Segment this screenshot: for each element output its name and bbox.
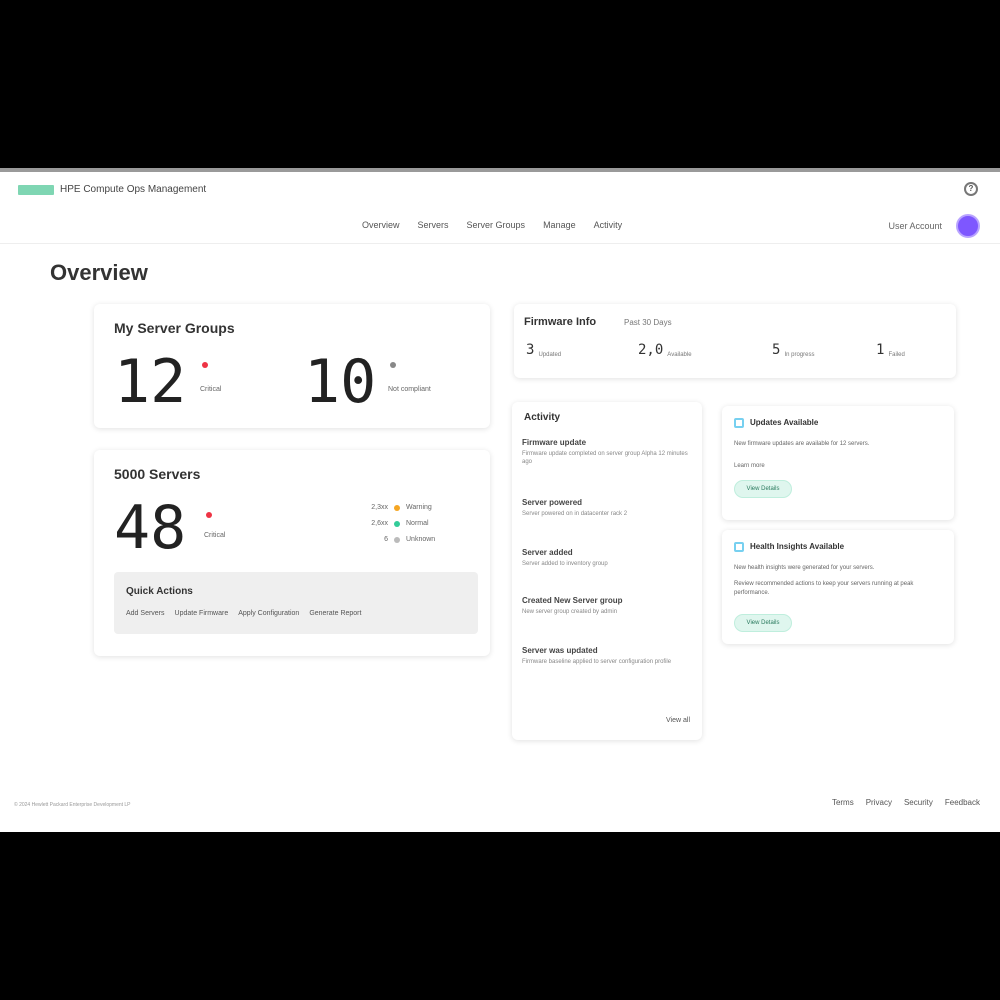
quick-generate-report[interactable]: Generate Report [309,610,361,617]
quick-apply-config[interactable]: Apply Configuration [238,610,299,617]
groups-critical-count: 12 [114,347,187,417]
notice-desc: New firmware updates are available for 1… [734,441,870,447]
legend-normal: 2,6xx Normal [371,520,429,527]
brand-name: HPE Compute Ops Management [60,184,207,195]
critical-dot [202,362,208,368]
info-icon [734,418,744,428]
notice-title: Health Insights Available [750,542,845,551]
fw-stat-available: 2,0 Available [638,342,692,358]
nav-activity[interactable]: Activity [594,220,623,230]
nav-server-groups[interactable]: Server Groups [467,220,526,230]
health-notice-card: Health Insights Available New health ins… [722,530,954,644]
help-icon[interactable]: ? [964,182,978,196]
servers-critical-count: 48 [114,493,187,563]
notice-desc-secondary: Learn more [734,463,765,469]
server-groups-card[interactable]: My Server Groups 12 Critical 10 Not comp… [94,304,490,428]
quick-actions-title: Quick Actions [126,586,193,597]
view-details-button[interactable]: View Details [734,614,792,632]
normal-dot [394,520,400,527]
legend-unknown: 6 Unknown [384,536,436,543]
nav-servers[interactable]: Servers [418,220,449,230]
notice-desc-secondary: Review recommended actions to keep your … [734,581,914,596]
footer-feedback-link[interactable]: Feedback [945,798,980,807]
activity-item[interactable]: Server powered Server powered on in data… [522,498,692,518]
groups-critical-label: Critical [200,386,222,393]
server-groups-title: My Server Groups [114,320,235,336]
nav-overview[interactable]: Overview [362,220,400,230]
quick-add-servers[interactable]: Add Servers [126,610,165,617]
quick-actions: Quick Actions Add Servers Update Firmwar… [114,572,478,634]
page-title: Overview [50,260,148,285]
notice-title: Updates Available [750,418,819,427]
footer-privacy-link[interactable]: Privacy [866,798,892,807]
view-details-button[interactable]: View Details [734,480,792,498]
warning-dot [394,504,400,511]
brand-bar: HPE Compute Ops Management ? [0,172,1000,208]
updates-notice-card: Updates Available New firmware updates a… [722,406,954,520]
servers-critical-label: Critical [204,532,226,539]
nav-manage[interactable]: Manage [543,220,576,230]
app-window: HPE Compute Ops Management ? Overview Se… [0,168,1000,832]
critical-dot [206,512,212,518]
fw-stat-failed: 1 Failed [876,342,905,358]
activity-card: Activity Firmware update Firmware update… [512,402,702,740]
groups-noncompliant-count: 10 [304,347,377,417]
firmware-card[interactable]: Firmware Info Past 30 Days 3 Updated 2,0… [514,304,956,378]
legend-warning: 2,3xx Warning [371,504,432,511]
activity-item[interactable]: Firmware update Firmware update complete… [522,438,692,467]
firmware-title: Firmware Info [524,316,597,328]
quick-update-firmware[interactable]: Update Firmware [175,610,229,617]
footer-terms-link[interactable]: Terms [832,798,854,807]
footer-copyright: © 2024 Hewlett Packard Enterprise Develo… [14,802,131,808]
activity-item[interactable]: Created New Server group New server grou… [522,596,692,616]
fw-stat-progress: 5 In progress [772,342,815,358]
avatar[interactable] [956,214,980,238]
info-icon [734,542,744,552]
activity-view-all-link[interactable]: View all [666,717,690,724]
activity-item[interactable]: Server added Server added to inventory g… [522,548,692,568]
notice-desc: New health insights were generated for y… [734,565,875,571]
groups-noncompliant-label: Not compliant [388,386,431,393]
servers-card[interactable]: 5000 Servers 48 Critical 2,3xx Warning 2… [94,450,490,656]
top-nav: Overview Servers Server Groups Manage Ac… [0,210,1000,244]
activity-title: Activity [524,412,561,423]
firmware-subtitle: Past 30 Days [624,318,672,327]
noncompliant-dot [390,362,396,368]
brand-logo [18,185,54,195]
user-name[interactable]: User Account [888,221,942,231]
footer-security-link[interactable]: Security [904,798,933,807]
unknown-dot [394,536,400,543]
activity-item[interactable]: Server was updated Firmware baseline app… [522,646,692,666]
footer-links: Terms Privacy Security Feedback [832,798,980,807]
servers-title: 5000 Servers [114,466,201,482]
fw-stat-updated: 3 Updated [526,342,562,358]
